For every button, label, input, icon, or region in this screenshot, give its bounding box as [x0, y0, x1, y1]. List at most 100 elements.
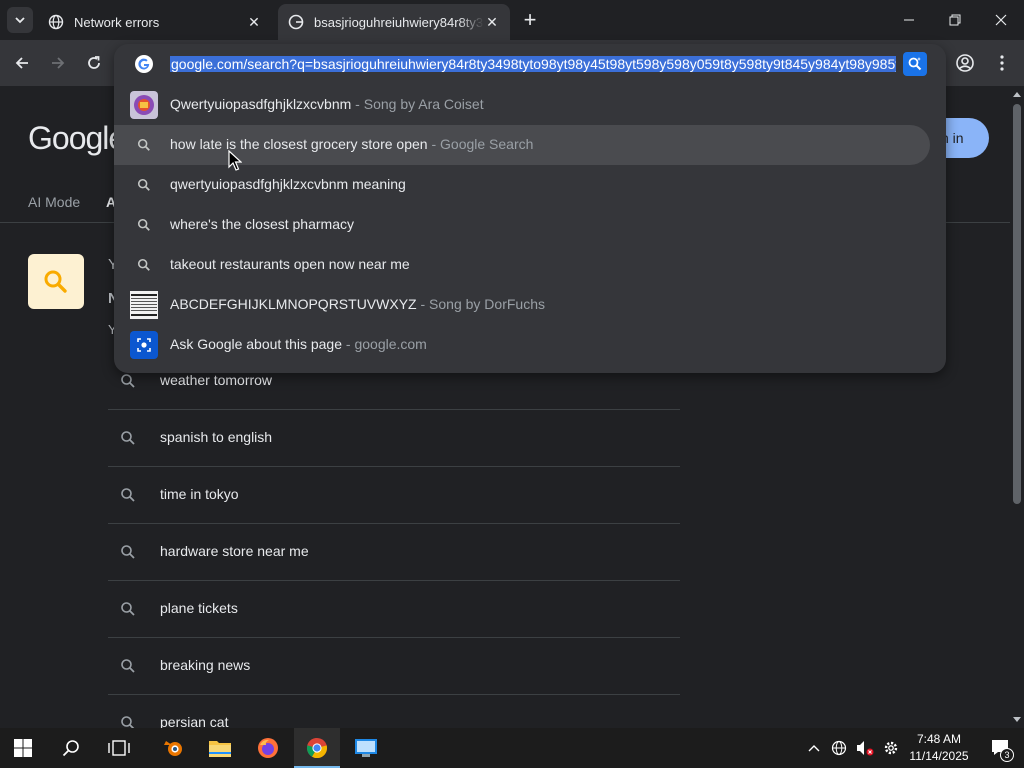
- suggestion-text: where's the closest pharmacy: [170, 216, 354, 232]
- scrollbar-thumb[interactable]: [1013, 104, 1021, 504]
- search-icon: [121, 545, 135, 559]
- restore-icon: [949, 14, 961, 26]
- windows-logo-icon: [14, 739, 32, 757]
- suggestion-text: qwertyuiopasdfghjklzxcvbnm meaning: [170, 176, 406, 192]
- omnibox-suggestion[interactable]: takeout restaurants open now near me: [114, 245, 946, 285]
- trending-item-label: hardware store near me: [160, 543, 309, 559]
- song-thumbnail-icon: [130, 291, 158, 319]
- profile-button[interactable]: [952, 50, 978, 76]
- globe-icon: [48, 14, 64, 30]
- taskbar-chrome[interactable]: [294, 728, 340, 768]
- close-window-button[interactable]: [978, 0, 1024, 40]
- clock[interactable]: 7:48 AM 11/14/2025: [908, 731, 970, 765]
- minimize-icon: [904, 19, 914, 21]
- trending-item-label: plane tickets: [160, 600, 238, 616]
- network-button[interactable]: [826, 728, 852, 768]
- tab-title: Network errors: [74, 14, 160, 30]
- search-icon: [121, 659, 135, 673]
- restore-button[interactable]: [932, 0, 978, 40]
- suggestion-text: Qwertyuiopasdfghjklzxcvbnm - Song by Ara…: [170, 96, 484, 112]
- omnibox-suggestion[interactable]: where's the closest pharmacy: [114, 205, 946, 245]
- search-icon: [44, 270, 67, 293]
- close-tab-icon[interactable]: ✕: [246, 14, 262, 30]
- back-button[interactable]: [9, 50, 35, 76]
- close-tab-icon[interactable]: ✕: [484, 14, 500, 30]
- arrow-right-icon: [52, 57, 65, 69]
- search-icon: [121, 488, 135, 502]
- taskbar-blender[interactable]: [150, 728, 196, 768]
- search-icon: [62, 740, 79, 757]
- taskbar-search-button[interactable]: [48, 728, 94, 768]
- trending-item[interactable]: time in tokyo: [108, 467, 680, 524]
- tab-search-button[interactable]: [7, 7, 33, 33]
- profile-icon: [956, 54, 974, 72]
- google-logo[interactable]: Google: [28, 120, 126, 157]
- google-g-icon: [135, 55, 153, 73]
- selected-url-text: google.com/search?q=bsasjrioguhreiuhwier…: [170, 56, 896, 72]
- page-scrollbar[interactable]: [1010, 86, 1024, 728]
- lens-search-button[interactable]: [903, 52, 927, 76]
- forward-button[interactable]: [45, 50, 71, 76]
- trending-item[interactable]: plane tickets: [108, 581, 680, 638]
- scroll-up-icon[interactable]: [1013, 90, 1021, 98]
- gear-icon: [884, 741, 898, 755]
- search-icon: [121, 602, 135, 616]
- settings-button[interactable]: [878, 728, 904, 768]
- tab-google-search[interactable]: bsasjrioguhreiuhwiery84r8ty3498tyto98yt9…: [278, 4, 510, 40]
- taskbar-firefox[interactable]: [245, 728, 291, 768]
- search-suggestion-card: [28, 254, 84, 309]
- suggestion-text: ABCDEFGHIJKLMNOPQRSTUVWXYZ - Song by Dor…: [170, 296, 545, 312]
- lens-page-icon: [130, 331, 158, 359]
- trending-item[interactable]: hardware store near me: [108, 524, 680, 581]
- search-icon: [130, 131, 158, 159]
- address-field[interactable]: google.com/search?q=bsasjrioguhreiuhwier…: [170, 54, 896, 74]
- volume-button[interactable]: [852, 728, 878, 768]
- new-tab-button[interactable]: +: [518, 7, 542, 32]
- omnibox-suggestion[interactable]: Qwertyuiopasdfghjklzxcvbnm - Song by Ara…: [114, 85, 946, 125]
- chevron-up-icon: [808, 745, 820, 752]
- start-button[interactable]: [0, 728, 46, 768]
- trending-item-label: spanish to english: [160, 429, 273, 445]
- tab-network-errors[interactable]: Network errors ✕: [38, 4, 272, 40]
- globe-icon: [831, 740, 847, 756]
- chevron-down-icon: [15, 17, 25, 24]
- search-icon: [130, 211, 158, 239]
- notification-count: 3: [1000, 748, 1014, 762]
- search-icon: [130, 251, 158, 279]
- trending-item[interactable]: breaking news: [108, 638, 680, 695]
- firefox-icon: [258, 738, 278, 758]
- suggestion-text: how late is the closest grocery store op…: [170, 136, 534, 152]
- trending-item[interactable]: spanish to english: [108, 410, 680, 467]
- volume-muted-icon: [857, 741, 874, 756]
- close-icon: [995, 14, 1007, 26]
- task-view-icon: [108, 740, 130, 756]
- minimize-button[interactable]: [886, 0, 932, 40]
- notification-center-button[interactable]: 3: [978, 728, 1024, 768]
- omnibox-dropdown: google.com/search?q=bsasjrioguhreiuhwier…: [114, 44, 946, 373]
- suggestion-text: takeout restaurants open now near me: [170, 256, 410, 272]
- menu-button[interactable]: [989, 50, 1015, 76]
- taskbar-remote-desktop[interactable]: [343, 728, 389, 768]
- search-icon: [121, 374, 135, 388]
- google-icon: [288, 14, 304, 30]
- reload-button[interactable]: [81, 50, 107, 76]
- task-view-button[interactable]: [96, 728, 142, 768]
- clock-date: 11/14/2025: [909, 749, 969, 763]
- omnibox-suggestion[interactable]: Ask Google about this page - google.com: [114, 325, 946, 365]
- chrome-icon: [306, 738, 328, 759]
- taskbar-file-explorer[interactable]: [197, 728, 243, 768]
- windows-taskbar: 7:48 AM 11/14/2025 3: [0, 728, 1024, 768]
- lens-search-icon: [908, 57, 922, 71]
- omnibox-suggestion[interactable]: ABCDEFGHIJKLMNOPQRSTUVWXYZ - Song by Dor…: [114, 285, 946, 325]
- mouse-cursor-icon: [228, 150, 242, 171]
- tab-ai-mode[interactable]: AI Mode: [28, 194, 80, 210]
- kebab-menu-icon: [1000, 55, 1004, 71]
- search-icon: [121, 431, 135, 445]
- show-hidden-icons-button[interactable]: [802, 728, 826, 768]
- trending-item-label: weather tomorrow: [160, 372, 273, 388]
- omnibox[interactable]: google.com/search?q=bsasjrioguhreiuhwier…: [114, 44, 946, 84]
- scroll-down-icon[interactable]: [1013, 716, 1021, 724]
- clock-time: 7:48 AM: [916, 732, 962, 746]
- tab-strip: Network errors ✕ bsasjrioguhreiuhwiery84…: [0, 0, 1024, 40]
- suggestion-text: Ask Google about this page - google.com: [170, 336, 427, 352]
